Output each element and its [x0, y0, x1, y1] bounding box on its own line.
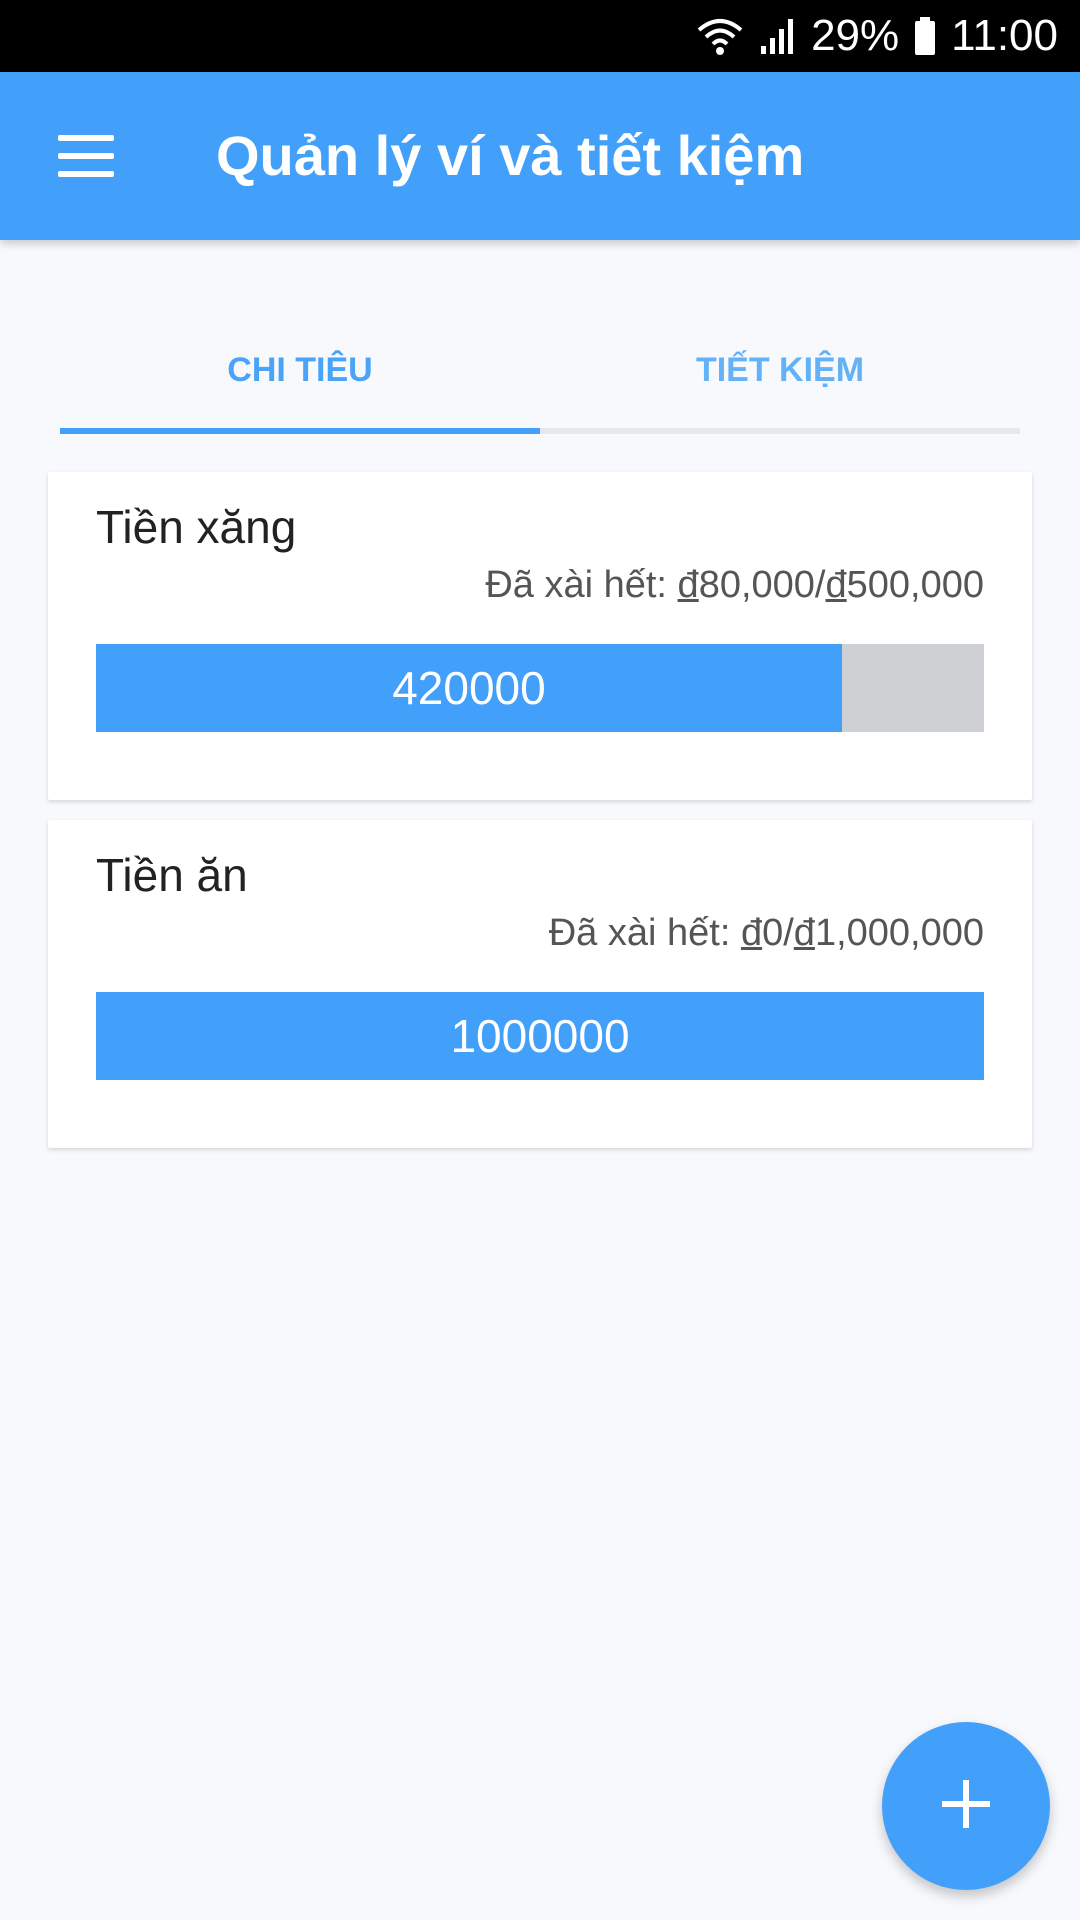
wifi-icon: [695, 16, 745, 56]
budget-card[interactable]: Tiền xăng Đã xài hết: đ80,000/đ500,000 4…: [48, 472, 1032, 800]
remaining-label: 420000: [392, 662, 546, 714]
budget-amount: 500,000: [846, 564, 984, 606]
card-spent-text: Đã xài hết: đ0/đ1,000,000: [548, 912, 984, 954]
battery-icon: [913, 16, 937, 56]
add-button[interactable]: [882, 1722, 1050, 1890]
card-spent-text: Đã xài hết: đ80,000/đ500,000: [485, 564, 984, 606]
app-bar: Quản lý ví và tiết kiệm: [0, 72, 1080, 240]
currency-symbol: đ: [793, 912, 815, 954]
card-title: Tiền ăn: [96, 849, 248, 901]
budget-amount: 1,000,000: [814, 912, 984, 954]
spent-prefix: Đã xài hết:: [485, 564, 678, 606]
tab-chi-tieu[interactable]: CHI TIÊU: [60, 312, 540, 428]
app-title: Quản lý ví và tiết kiệm: [216, 124, 805, 187]
card-title: Tiền xăng: [96, 501, 297, 553]
menu-icon-line: [58, 135, 114, 141]
clock: 11:00: [951, 11, 1058, 60]
plus-icon: [940, 1778, 992, 1835]
menu-icon-line: [58, 153, 114, 159]
remaining-label: 1000000: [450, 1010, 630, 1062]
remaining-progress-fill: 1000000: [96, 992, 984, 1080]
spent-amount: 0: [762, 912, 784, 954]
budget-card[interactable]: Tiền ăn Đã xài hết: đ0/đ1,000,000 100000…: [48, 820, 1032, 1148]
currency-symbol: đ: [677, 564, 699, 606]
remaining-progress-fill: 420000: [96, 644, 842, 732]
currency-symbol: đ: [825, 564, 847, 606]
tab-bar: CHI TIÊU TIẾT KIỆM: [60, 312, 1020, 436]
menu-button[interactable]: [58, 124, 132, 188]
tab-indicator: [60, 428, 540, 434]
battery-percent: 29%: [811, 11, 900, 60]
remaining-progress-bar: 1000000: [96, 992, 984, 1080]
status-icons: 29% 11:00: [695, 0, 1058, 72]
spent-prefix: Đã xài hết:: [548, 912, 741, 954]
remaining-progress-bar: 420000: [96, 644, 984, 732]
menu-icon-line: [58, 171, 114, 177]
tab-tiet-kiem[interactable]: TIẾT KIỆM: [540, 312, 1020, 428]
currency-symbol: đ: [740, 912, 763, 954]
status-bar: 29% 11:00: [0, 0, 1080, 72]
signal-icon: [759, 16, 797, 56]
spent-amount: 80,000: [698, 564, 815, 606]
